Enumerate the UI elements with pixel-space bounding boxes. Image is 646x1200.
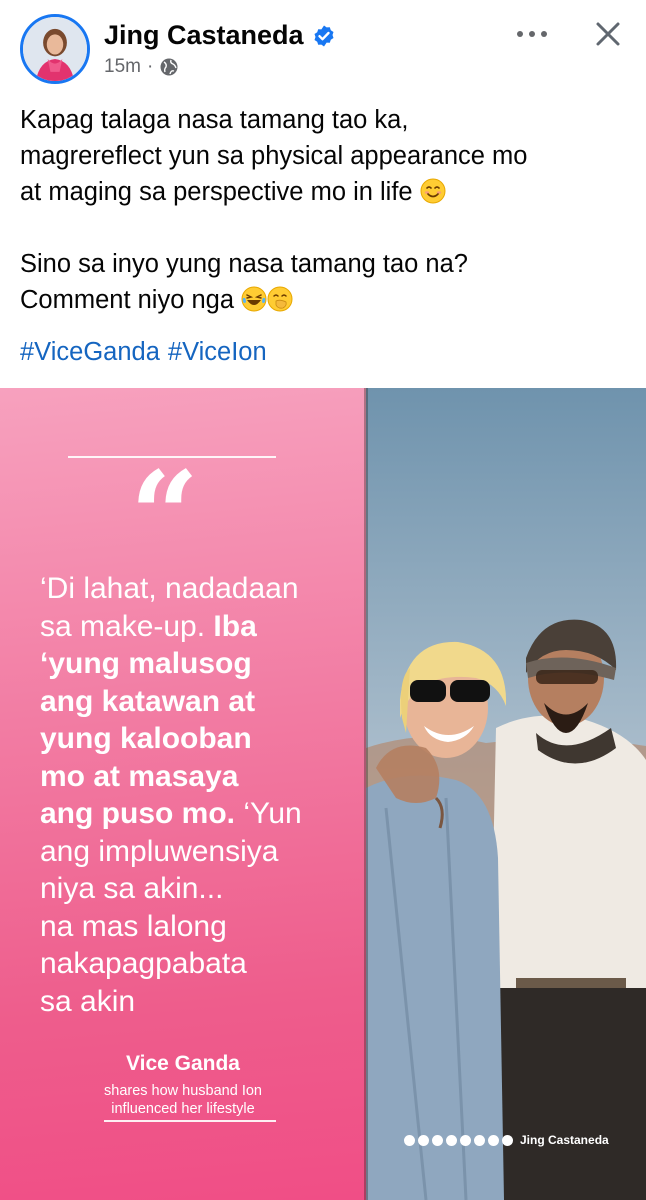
quote-fragment-bold: ‘yung malusog (40, 647, 252, 680)
more-options-button[interactable] (512, 20, 552, 48)
more-social-icon (502, 1134, 513, 1146)
couple-photo (366, 388, 646, 1200)
spotify-icon (474, 1134, 485, 1146)
more-dot (541, 31, 547, 37)
attribution-line: influenced her lifestyle (111, 1101, 255, 1117)
facebook-icon (404, 1134, 415, 1146)
attribution-line: shares how husband Ion (104, 1083, 262, 1099)
watermark-credit: Jing Castaneda (404, 1133, 609, 1147)
x-icon (446, 1134, 457, 1146)
quote-line: sa make-up. Iba (40, 608, 360, 646)
hashtag-link[interactable]: #ViceGanda (20, 338, 160, 366)
post-line: Sino sa inyo yung nasa tamang tao na? (20, 250, 468, 278)
post-line: Kapag talaga nasa tamang tao ka, (20, 106, 409, 134)
quote-attribution: Vice Ganda shares how husband Ion influe… (40, 1052, 326, 1118)
more-dot (529, 31, 535, 37)
quote-card: “ ‘Di lahat, nadadaan sa make-up. Iba ‘y… (0, 388, 366, 1200)
quote-line-bold: ‘yung malusog (40, 645, 360, 683)
hand-over-mouth-emoji-icon (267, 286, 293, 312)
quote-line-bold: ang katawan at (40, 683, 360, 721)
post-image[interactable]: “ ‘Di lahat, nadadaan sa make-up. Iba ‘y… (0, 388, 646, 1200)
author-name[interactable]: Jing Castaneda (104, 20, 304, 51)
post-line-text: Comment niyo nga (20, 286, 235, 314)
quote-line: nakapagpabata (40, 947, 247, 980)
instagram-icon (432, 1134, 443, 1146)
post-line: at maging sa perspective mo in life (20, 174, 630, 210)
quote-line: sa akin (40, 984, 136, 1018)
quote-fragment-bold: yung kalooban (40, 722, 252, 755)
verified-badge-icon (314, 25, 334, 46)
youtube-icon (418, 1134, 429, 1146)
post-timestamp[interactable]: 15m (104, 56, 141, 78)
bottom-divider (104, 1120, 276, 1122)
tears-of-joy-emoji-icon (241, 286, 267, 312)
hashtag-link[interactable]: #ViceIon (168, 338, 267, 366)
tiktok-icon (460, 1134, 471, 1146)
quote-fragment-bold: Iba (213, 609, 257, 643)
post-line: Comment niyo nga (20, 282, 630, 318)
quote-fragment-bold: mo at masaya (40, 759, 239, 793)
image-divider (364, 388, 368, 1200)
author-avatar[interactable] (20, 14, 90, 84)
quote-line: niya sa akin... (40, 872, 224, 905)
quote-fragment: sa make-up. (40, 609, 214, 643)
quote-line-bold: mo at masaya (40, 758, 360, 796)
quote-fragment: ‘Yun (235, 797, 302, 830)
close-icon[interactable] (590, 16, 626, 52)
post-line-text: at maging sa perspective mo in life (20, 178, 413, 206)
quote-line: ang puso mo. ‘Yun (40, 795, 360, 833)
quote-line: na mas lalong (40, 909, 227, 943)
photo-illustration (366, 388, 646, 1200)
quote-line-bold: yung kalooban (40, 720, 360, 758)
globe-icon (160, 58, 178, 76)
meta-separator: · (146, 56, 154, 77)
smiling-face-emoji-icon (420, 178, 446, 204)
quote-mark: “ (130, 445, 200, 586)
post-header: Jing Castaneda 15m · (0, 0, 646, 100)
quote-fragment-bold: ang puso mo. (40, 797, 235, 830)
attribution-name: Vice Ganda (125, 1052, 240, 1075)
quote-fragment-bold: ang katawan at (40, 684, 256, 718)
more-horizontal-icon (517, 31, 523, 37)
kumu-icon (488, 1134, 499, 1146)
post-line: magrereflect yun sa physical appearance … (20, 142, 528, 170)
quote-text: ‘Di lahat, nadadaan sa make-up. Iba ‘yun… (40, 570, 360, 1020)
credit-text: Jing Castaneda (520, 1133, 609, 1147)
quote-line: ang impluwensiya (40, 834, 279, 868)
hashtag-row: #ViceGanda #ViceIon (20, 338, 275, 367)
attribution-subtitle: shares how husband Ion influenced her li… (40, 1082, 326, 1118)
post-body: Kapag talaga nasa tamang tao ka, magrere… (20, 102, 630, 318)
avatar-image (23, 17, 87, 81)
quote-line: ‘Di lahat, nadadaan (40, 572, 299, 605)
